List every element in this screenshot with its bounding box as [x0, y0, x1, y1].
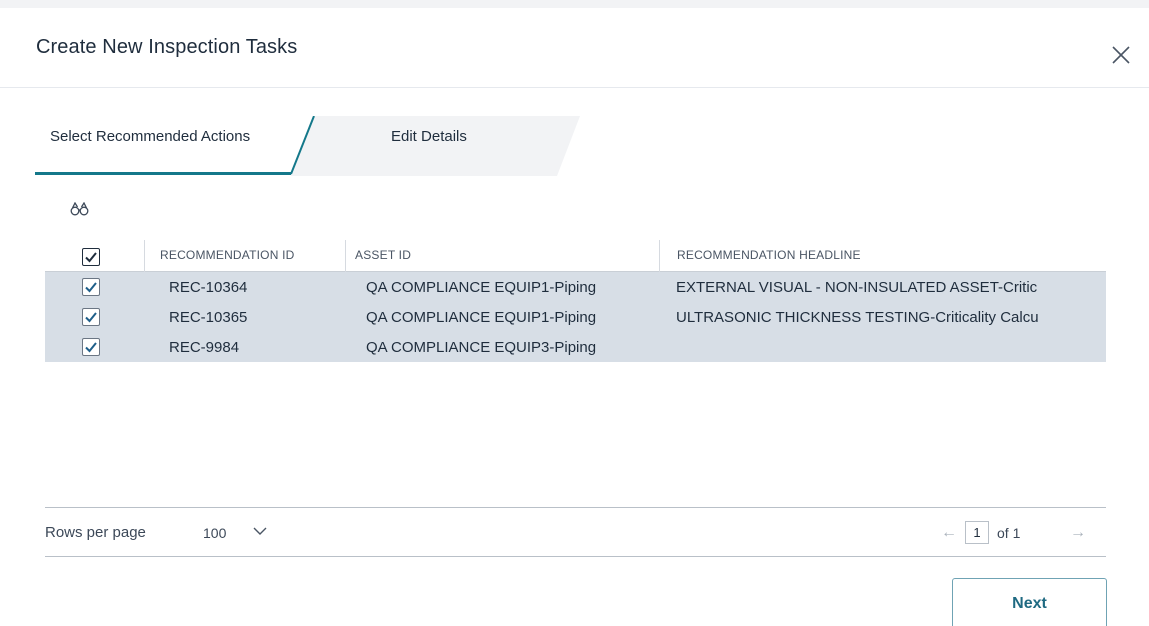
table-row[interactable]: REC-9984 QA COMPLIANCE EQUIP3-Piping: [45, 332, 1106, 362]
row-checkbox[interactable]: [82, 338, 100, 356]
active-step-underline: [35, 172, 291, 175]
checkmark-icon: [85, 252, 97, 263]
wizard-steps: Select Recommended Actions Edit Details: [35, 116, 595, 176]
wizard-step-label: Select Recommended Actions: [50, 128, 251, 145]
column-separator: [144, 240, 145, 272]
cell-recommendation-id[interactable]: REC-9984: [169, 339, 239, 356]
pagination-bar: Rows per page 100 ← 1 of 1 →: [45, 507, 1106, 557]
next-page-arrow-icon[interactable]: →: [1070, 524, 1086, 542]
table-row[interactable]: REC-10365 QA COMPLIANCE EQUIP1-Piping UL…: [45, 302, 1106, 332]
cell-recommendation-id[interactable]: REC-10365: [169, 309, 247, 326]
recommendations-grid: RECOMMENDATION ID ASSET ID RECOMMENDATIO…: [45, 236, 1106, 362]
grid-header: RECOMMENDATION ID ASSET ID RECOMMENDATIO…: [45, 236, 1106, 272]
previous-page-arrow-icon[interactable]: ←: [941, 524, 957, 542]
next-button[interactable]: Next: [952, 578, 1107, 626]
table-row[interactable]: REC-10364 QA COMPLIANCE EQUIP1-Piping EX…: [45, 272, 1106, 302]
column-header-recommendation-headline[interactable]: RECOMMENDATION HEADLINE: [677, 248, 861, 262]
cell-recommendation-id[interactable]: REC-10364: [169, 279, 247, 296]
wizard-step-select-recommended-actions[interactable]: Select Recommended Actions: [35, 116, 315, 174]
wizard-step-label: Edit Details: [391, 128, 467, 145]
rows-per-page-label: Rows per page: [45, 524, 146, 541]
page-count-label: of 1: [997, 525, 1021, 541]
checkmark-icon: [85, 342, 97, 353]
cell-headline: ULTRASONIC THICKNESS TESTING-Criticality…: [676, 309, 1039, 326]
chevron-down-icon: [253, 527, 267, 535]
close-icon[interactable]: [1110, 44, 1132, 66]
rows-per-page-value: 100: [203, 525, 227, 541]
cell-asset-id: QA COMPLIANCE EQUIP3-Piping: [366, 339, 597, 356]
checkmark-icon: [85, 312, 97, 323]
cell-asset-id: QA COMPLIANCE EQUIP1-Piping: [366, 279, 597, 296]
row-checkbox[interactable]: [82, 308, 100, 326]
dialog-title: Create New Inspection Tasks: [36, 36, 298, 58]
dialog-header: Create New Inspection Tasks: [0, 8, 1149, 88]
cell-asset-id: QA COMPLIANCE EQUIP1-Piping: [366, 309, 597, 326]
column-header-recommendation-id[interactable]: RECOMMENDATION ID: [160, 248, 295, 262]
rows-per-page-select[interactable]: 100: [203, 522, 303, 544]
binoculars-icon[interactable]: [70, 201, 90, 216]
wizard-step-edit-details[interactable]: Edit Details: [291, 116, 581, 176]
column-separator: [345, 240, 346, 272]
select-all-checkbox[interactable]: [82, 248, 100, 266]
cell-headline: EXTERNAL VISUAL - NON-INSULATED ASSET-Cr…: [676, 279, 1038, 296]
checkmark-icon: [85, 282, 97, 293]
column-separator: [659, 240, 660, 272]
row-checkbox[interactable]: [82, 278, 100, 296]
column-header-asset-id[interactable]: ASSET ID: [355, 248, 411, 262]
page-number-input[interactable]: 1: [965, 521, 989, 544]
top-strip: [0, 0, 1149, 8]
